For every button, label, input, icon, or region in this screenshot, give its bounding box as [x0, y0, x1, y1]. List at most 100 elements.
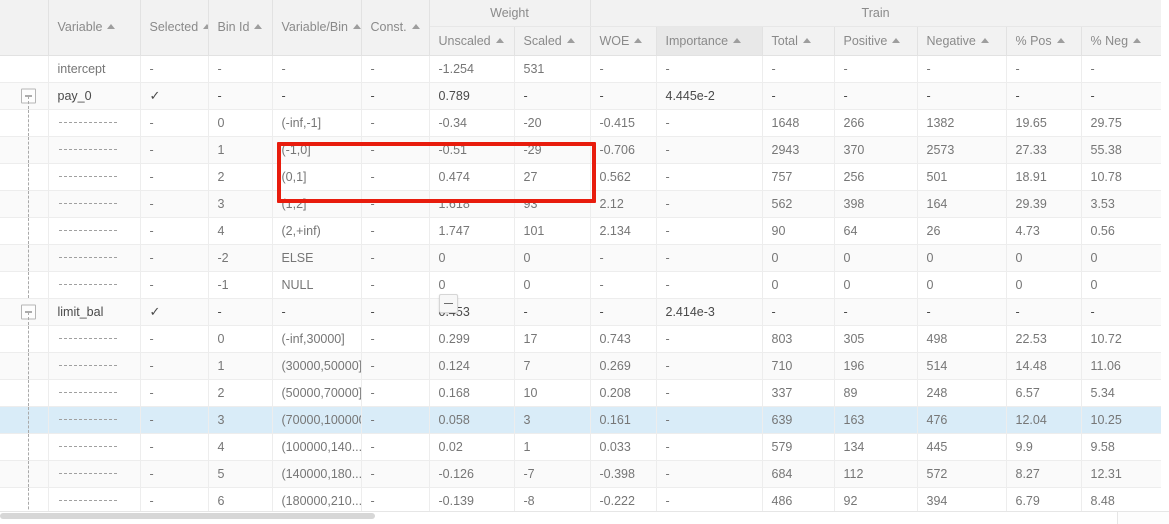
cell-negative: 572: [917, 460, 1007, 488]
cell-unscaled: 0.789: [429, 82, 515, 110]
sort-asc-icon[interactable]: [892, 37, 901, 43]
sort-asc-icon[interactable]: [495, 37, 504, 43]
header-woe[interactable]: WOE: [590, 26, 657, 56]
cell-selected: -: [140, 487, 209, 515]
cell-total: -: [762, 82, 835, 110]
cell-variable-bin: (0,1]: [272, 163, 362, 191]
header-group-weight: Weight: [429, 0, 591, 27]
header-const[interactable]: Const.: [361, 0, 430, 56]
cell-woe: -0.222: [590, 487, 657, 515]
table-row[interactable]: -2 (50000,70000] -0.168 10 0.208-337 89 248 6.5…: [0, 379, 1162, 407]
table-row[interactable]: - -2 ELSE -0 0- -0 0 0 0 0: [0, 244, 1162, 272]
header-selected[interactable]: Selected: [140, 0, 209, 56]
cell-scaled: -20: [514, 109, 591, 137]
table-row[interactable]: -3 (70000,100000] -0.058 3 0.161-639 163 476 12…: [0, 406, 1162, 434]
tree-guide-line: [28, 95, 29, 108]
cell-importance: -: [656, 163, 763, 191]
header-variable-bin[interactable]: Variable/Bin: [272, 0, 362, 56]
table-row[interactable]: pay_0 ✓ - - -0.789- -4.445e-2- - - - -: [0, 82, 1162, 110]
sort-asc-icon[interactable]: [254, 24, 263, 30]
header-const-label: Const.: [370, 20, 407, 35]
sort-asc-icon[interactable]: [733, 37, 742, 43]
table-row[interactable]: - -1 NULL -0 0- -0 0 0 0 0: [0, 271, 1162, 299]
cell-const: -: [361, 406, 430, 434]
horizontal-scrollbar-thumb[interactable]: [0, 513, 375, 519]
cell-woe: -: [590, 271, 657, 299]
tree-guide-line: [28, 109, 29, 135]
sort-asc-icon[interactable]: [411, 24, 420, 30]
cell-selected: -: [140, 379, 209, 407]
table-row[interactable]: -5 (140000,180... - -0.126 -7 -0.398-684 112 57…: [0, 460, 1162, 488]
header-bin-id[interactable]: Bin Id: [208, 0, 273, 56]
cell-pct-neg: 8.48: [1081, 487, 1162, 515]
header-scaled[interactable]: Scaled: [514, 26, 591, 56]
tree-connector-icon: [58, 283, 117, 285]
cell-selected: -: [140, 352, 209, 380]
sort-asc-icon[interactable]: [203, 24, 207, 30]
header-negative[interactable]: Negative: [917, 26, 1007, 56]
table-row[interactable]: -0 (-inf,30000] -0.299 17 0.743-803 305 498 22.…: [0, 325, 1162, 353]
sort-asc-icon[interactable]: [352, 24, 360, 30]
header-variable[interactable]: Variable: [48, 0, 141, 56]
sort-asc-icon[interactable]: [566, 37, 575, 43]
cell-pct-pos: 6.79: [1006, 487, 1082, 515]
table-row[interactable]: limit_bal✓---0.453--2.414e-3-----: [0, 298, 1162, 326]
cell-unscaled: 0.058: [429, 406, 515, 434]
table-row[interactable]: -2 (0,1] -0.474 27 0.562-757 256 501 18.91 10.78: [0, 163, 1162, 191]
sort-asc-icon[interactable]: [634, 37, 643, 43]
table-row[interactable]: -4 (100000,140... -0.02 1 0.033-579 134 445 9.9…: [0, 433, 1162, 461]
cell-positive: 266: [834, 109, 918, 137]
header-importance[interactable]: Importance: [656, 26, 763, 56]
sort-asc-icon[interactable]: [107, 24, 116, 30]
sort-asc-icon[interactable]: [802, 37, 811, 43]
header-pct-pos[interactable]: % Pos: [1006, 26, 1082, 56]
row-gutter: [0, 271, 49, 299]
cell-negative: 0: [917, 271, 1007, 299]
cell-variable: [48, 352, 141, 380]
cell-positive: -: [834, 82, 918, 110]
cell-variable-bin: (70000,100000]: [272, 406, 362, 434]
cell-bin-id: -2: [208, 244, 273, 272]
cell-selected: -: [140, 325, 209, 353]
cell-unscaled: 0.02: [429, 433, 515, 461]
collapse-minus-button[interactable]: [439, 294, 458, 313]
cell-woe: 0.743: [590, 325, 657, 353]
horizontal-scrollbar[interactable]: [0, 511, 1169, 524]
cell-positive: 92: [834, 487, 918, 515]
table-row[interactable]: intercept - - - - -1.254 531- - - - - - -: [0, 55, 1162, 83]
sort-asc-icon[interactable]: [1056, 37, 1065, 43]
header-pct-neg[interactable]: % Neg: [1081, 26, 1162, 56]
cell-importance: 2.414e-3: [656, 298, 763, 326]
cell-pct-neg: -: [1081, 298, 1162, 326]
header-total[interactable]: Total: [762, 26, 835, 56]
cell-variable: [48, 109, 141, 137]
cell-variable: limit_bal: [48, 298, 141, 326]
cell-variable: [48, 136, 141, 164]
cell-importance: -: [656, 406, 763, 434]
cell-pct-pos: 22.53: [1006, 325, 1082, 353]
header-group-weight-label: Weight: [490, 5, 529, 20]
table-row[interactable]: -3 (1,2] -1.618 93 2.12-562 398 164 29.39 3.53: [0, 190, 1162, 218]
cell-importance: -: [656, 379, 763, 407]
row-gutter: [0, 244, 49, 272]
sort-asc-icon[interactable]: [1133, 37, 1142, 43]
cell-total: 757: [762, 163, 835, 191]
table-row[interactable]: -0 (-inf,-1] - -0.34 -20 -0.415-1648 266 1382 19…: [0, 109, 1162, 137]
cell-variable-bin: (-inf,-1]: [272, 109, 362, 137]
cell-selected: -: [140, 460, 209, 488]
cell-bin-id: 6: [208, 487, 273, 515]
header-unscaled[interactable]: Unscaled: [429, 26, 515, 56]
cell-positive: -: [834, 298, 918, 326]
cell-bin-id: -: [208, 55, 273, 83]
cell-const: -: [361, 163, 430, 191]
cell-negative: -: [917, 82, 1007, 110]
sort-asc-icon[interactable]: [980, 37, 989, 43]
row-gutter: [0, 190, 49, 218]
table-row[interactable]: -6 (180000,210... - -0.139 -8 -0.222-486 92 394…: [0, 487, 1162, 515]
table-row[interactable]: -1 (30000,50000] -0.124 7 0.269-710 196 514 14.…: [0, 352, 1162, 380]
table-row[interactable]: -1 (-1,0] - -0.51 -29 -0.706-2943 370 2573 27.33…: [0, 136, 1162, 164]
header-positive[interactable]: Positive: [834, 26, 918, 56]
header-pct-neg-label: % Neg: [1090, 33, 1129, 48]
table-row[interactable]: -4 (2,+inf) -1.747 101 2.134-90 64 26 4.73 0.56: [0, 217, 1162, 245]
cell-negative: -: [917, 55, 1007, 83]
